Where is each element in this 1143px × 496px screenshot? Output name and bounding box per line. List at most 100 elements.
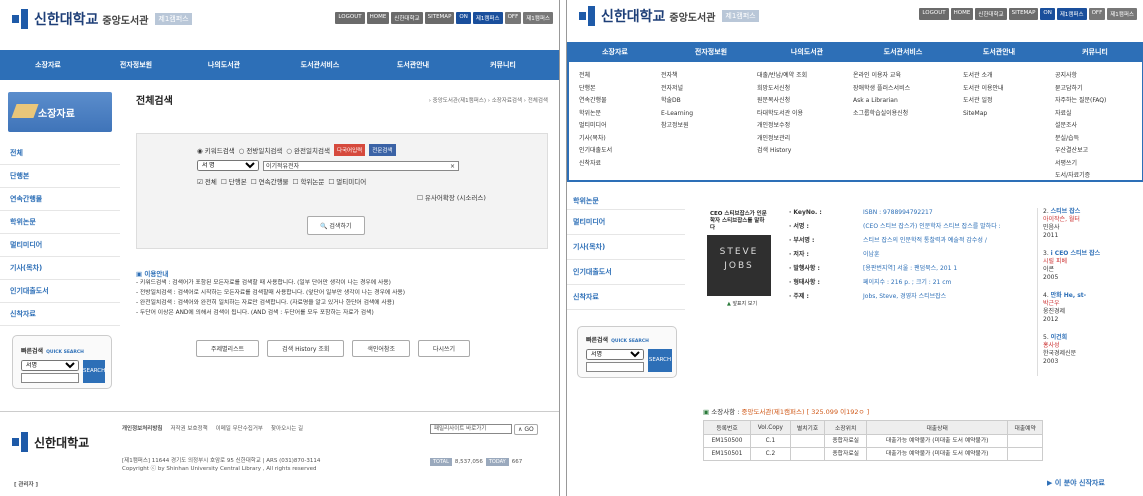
check-thesaurus[interactable]: ☐ 유사어확장 (시소러스) bbox=[417, 192, 486, 202]
nav-mylibrary[interactable]: 나의도서관 bbox=[759, 47, 855, 57]
radio-prefix[interactable]: ○ 전방일치검색 bbox=[239, 145, 283, 155]
popular-title[interactable]: i CEO 스티브 잡스 bbox=[1051, 250, 1101, 257]
mega-menu-item[interactable]: 도서/자료기증 bbox=[1055, 170, 1106, 183]
mega-menu-item[interactable]: 기사(목차) bbox=[579, 133, 612, 146]
family-site-select[interactable]: 패밀리사이트 바로가기 bbox=[430, 424, 512, 434]
mega-menu-item[interactable]: 연속간행물 bbox=[579, 95, 612, 108]
university-link[interactable]: 신한대학교 bbox=[391, 12, 423, 24]
index-ref-button[interactable]: 색인어참조 bbox=[352, 340, 410, 357]
nav-services[interactable]: 도서관서비스 bbox=[855, 47, 951, 57]
nav-guide[interactable]: 도서관안내 bbox=[951, 47, 1047, 57]
mega-menu-item[interactable]: Ask a Librarian bbox=[853, 95, 910, 108]
mega-menu-item[interactable]: 도서관 이용안내 bbox=[963, 83, 1004, 96]
radio-keyword[interactable]: ◉ 키워드검색 bbox=[197, 145, 235, 155]
popular-item[interactable]: 4. 만화 He, st- 박근우 웅진경제 2012 bbox=[1043, 292, 1143, 324]
mega-menu-item[interactable]: 분실/습득 bbox=[1055, 133, 1106, 146]
search-input[interactable]: 이기적유전자 × bbox=[263, 160, 459, 171]
mega-menu-item[interactable]: 자료실 bbox=[1055, 108, 1106, 121]
email-link[interactable]: 이메일 무단수집거부 bbox=[216, 424, 263, 432]
nav-community[interactable]: 커뮤니티 bbox=[1047, 47, 1143, 57]
library-logo[interactable]: 신한대학교 중앙도서관 제1캠퍼스 bbox=[12, 9, 192, 29]
sidebar-item-all[interactable]: 전체 bbox=[0, 142, 120, 165]
family-go-button[interactable]: ∧ GO bbox=[514, 424, 538, 435]
campus-on-toggle[interactable]: ON bbox=[456, 12, 471, 24]
sidebar-item-multimedia[interactable]: 멀티미디어 bbox=[0, 234, 120, 257]
nav-eresources[interactable]: 전자정보원 bbox=[663, 47, 759, 57]
home-link[interactable]: HOME bbox=[950, 8, 974, 20]
popular-item[interactable]: 5. 이건희 홍사성 한국경제신문 2003 bbox=[1043, 334, 1143, 366]
holdings-location[interactable]: 중앙도서관(제1캠퍼스) bbox=[741, 408, 804, 416]
mega-menu-item[interactable]: 전체 bbox=[579, 70, 612, 83]
related-new-link[interactable]: ▶ 이 분야 신작자료 bbox=[1047, 478, 1105, 488]
quick-search-field[interactable]: 서명 bbox=[586, 349, 644, 360]
mega-menu-item[interactable]: 전자저널 bbox=[661, 83, 693, 96]
nav-holdings[interactable]: 소장자료 bbox=[0, 60, 96, 70]
search-submit-button[interactable]: 🔍 검색하기 bbox=[307, 216, 365, 235]
mega-menu-item[interactable]: 단행본 bbox=[579, 83, 612, 96]
sidebar-item-new[interactable]: 신착자료 bbox=[567, 285, 685, 310]
mega-menu-item[interactable]: 공지사항 bbox=[1055, 70, 1106, 83]
mega-menu-item[interactable]: 도서관 일정 bbox=[963, 95, 1004, 108]
check-serials[interactable]: ☐ 연속간행물 bbox=[251, 176, 289, 186]
mega-menu-item[interactable]: 대출/반납/예약 조회 bbox=[757, 70, 807, 83]
sidebar-item-popular[interactable]: 인기대출도서 bbox=[0, 280, 120, 303]
radio-exact[interactable]: ○ 완전일치검색 bbox=[286, 145, 330, 155]
mega-menu-item[interactable]: 신착자료 bbox=[579, 158, 612, 171]
nav-community[interactable]: 커뮤니티 bbox=[458, 60, 548, 70]
meta-value[interactable]: Jobs, Steve, 경영자 스티브잡스 bbox=[863, 292, 1039, 301]
mega-menu-item[interactable]: 개인정보수정 bbox=[757, 120, 807, 133]
logout-link[interactable]: LOGOUT bbox=[919, 8, 949, 20]
mega-menu-item[interactable]: E-Learning bbox=[661, 108, 693, 121]
mega-menu-item[interactable]: 학술DB bbox=[661, 95, 693, 108]
meta-value[interactable]: 스티브 잡스의 인문학적 통찰력과 예술적 감수성 / bbox=[863, 236, 1039, 245]
library-logo[interactable]: 신한대학교 중앙도서관 제1캠퍼스 bbox=[579, 6, 759, 26]
sidebar-item-multimedia[interactable]: 멀티미디어 bbox=[567, 210, 685, 235]
mega-menu-item[interactable]: 우산결산보고 bbox=[1055, 145, 1106, 158]
check-multimedia[interactable]: ☐ 멀티미디어 bbox=[328, 176, 366, 186]
mega-menu-item[interactable]: 타대학도서관 이용 bbox=[757, 108, 807, 121]
campus-on-toggle[interactable]: ON bbox=[1040, 8, 1055, 20]
search-field-select[interactable]: 서 명 bbox=[197, 160, 259, 171]
copyright-link[interactable]: 저작권 보호정책 bbox=[170, 424, 207, 432]
mega-menu-item[interactable]: 인기대출도서 bbox=[579, 145, 612, 158]
meta-value[interactable]: (CEO 스티브 잡스가) 인문학자 스티브 잡스를 말하다 : bbox=[863, 222, 1039, 231]
nav-eresources[interactable]: 전자정보원 bbox=[96, 60, 176, 70]
popular-item[interactable]: 3. i CEO 스티브 잡스 시릴 피베 이콘 2005 bbox=[1043, 250, 1143, 282]
mega-menu-item[interactable]: 온라인 이용자 교육 bbox=[853, 70, 910, 83]
sidebar-item-theses[interactable]: 학위논문 bbox=[567, 196, 685, 210]
admin-link[interactable]: [ 관리자 ] bbox=[14, 480, 38, 488]
popular-title[interactable]: 이건희 bbox=[1051, 334, 1068, 341]
quick-search-button[interactable]: SEARCH bbox=[83, 360, 105, 383]
logout-link[interactable]: LOGOUT bbox=[335, 12, 365, 24]
mega-menu-item[interactable]: 장애학생 플러스서비스 bbox=[853, 83, 910, 96]
mega-menu-item[interactable]: 묻고답하기 bbox=[1055, 83, 1106, 96]
reset-button[interactable]: 다시쓰기 bbox=[417, 340, 471, 357]
mega-menu-item[interactable]: 서평쓰기 bbox=[1055, 158, 1106, 171]
privacy-link[interactable]: 개인정보처리방침 bbox=[122, 424, 162, 432]
university-link[interactable]: 신한대학교 bbox=[975, 8, 1007, 20]
mega-menu-item[interactable]: 소그룹학습실이용신청 bbox=[853, 108, 910, 121]
sidebar-item-articles[interactable]: 기사(목차) bbox=[0, 257, 120, 280]
sidebar-item-new[interactable]: 신착자료 bbox=[0, 303, 120, 326]
quick-search-button[interactable]: SEARCH bbox=[648, 349, 672, 372]
mega-menu-item[interactable]: 원문복사신청 bbox=[757, 95, 807, 108]
popular-item[interactable]: 2. 스티브 잡스 아이작슨, 월터 민음사 2011 bbox=[1043, 208, 1143, 240]
mega-menu-item[interactable]: 학위논문 bbox=[579, 108, 612, 121]
meta-value[interactable]: [용판번지역] 서울 : 팬덤북스, 201 1 bbox=[863, 264, 1039, 273]
nav-holdings[interactable]: 소장자료 bbox=[567, 47, 663, 57]
mega-menu-item[interactable]: 전자책 bbox=[661, 70, 693, 83]
popular-title[interactable]: 스티브 잡스 bbox=[1051, 208, 1081, 215]
campus-off-toggle[interactable]: OFF bbox=[504, 12, 522, 24]
mega-menu-item[interactable]: SiteMap bbox=[963, 108, 1004, 121]
subject-list-button[interactable]: 주제별리스트 bbox=[196, 340, 260, 357]
quick-search-input[interactable] bbox=[21, 373, 79, 383]
sitemap-link[interactable]: SITEMAP bbox=[1008, 8, 1039, 20]
quick-search-input[interactable] bbox=[586, 362, 644, 372]
sidebar-item-articles[interactable]: 기사(목차) bbox=[567, 235, 685, 260]
popular-title[interactable]: 만화 He, st- bbox=[1051, 292, 1087, 299]
book-cover[interactable]: CEO 스티브잡스가 인문학자 스티브잡스를 말하다 STEVE JOBS bbox=[707, 208, 771, 296]
mega-menu-item[interactable]: 참고정보원 bbox=[661, 120, 693, 133]
check-all[interactable]: ☑ 전체 bbox=[197, 176, 217, 186]
nav-mylibrary[interactable]: 나의도서관 bbox=[176, 60, 272, 70]
clear-icon[interactable]: × bbox=[450, 162, 455, 171]
